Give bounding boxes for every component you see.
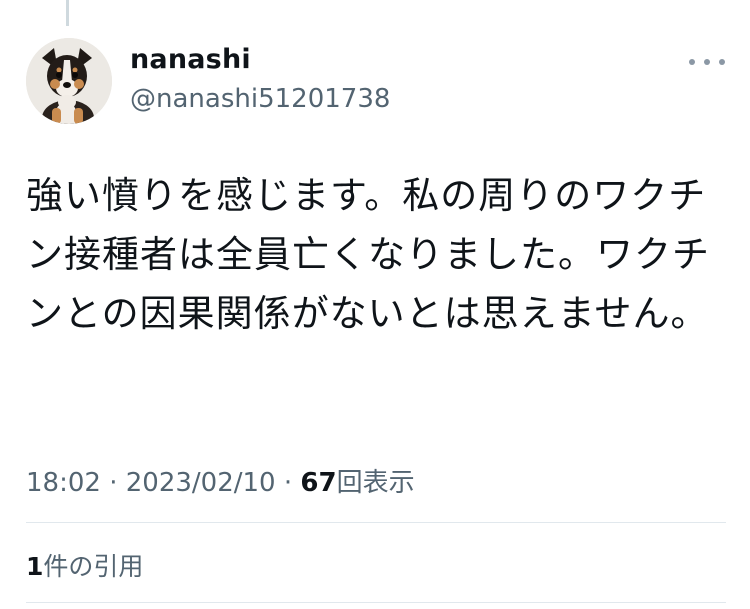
tweet-text: 強い憤りを感じます。私の周りのワクチン接種者は全員亡くなりました。ワクチンとの因… [26,174,710,335]
dog-avatar-icon [26,38,112,124]
tweet-time[interactable]: 18:02 [26,468,101,498]
tweet-date[interactable]: 2023/02/10 [126,468,276,498]
views-label: 回表示 [336,468,415,498]
divider [26,602,726,603]
quote-count: 1 [26,552,44,581]
quote-tweets-link[interactable]: 1件の引用 [26,547,143,583]
meta-separator: · [275,468,301,498]
avatar[interactable] [26,38,112,124]
thread-connector-line [66,0,69,26]
more-options-button[interactable] [689,52,725,72]
user-handle[interactable]: @nanashi51201738 [130,84,390,114]
display-name[interactable]: nanashi [130,44,251,75]
more-options-icon [689,59,695,65]
divider [26,522,726,523]
more-options-dot [704,59,710,65]
quote-label: 件の引用 [43,552,144,581]
meta-separator: · [100,468,126,498]
tweet-meta: 18:02 · 2023/02/10 · 67回表示 [26,462,415,499]
more-options-dot [719,59,725,65]
views-count: 67 [300,468,337,498]
